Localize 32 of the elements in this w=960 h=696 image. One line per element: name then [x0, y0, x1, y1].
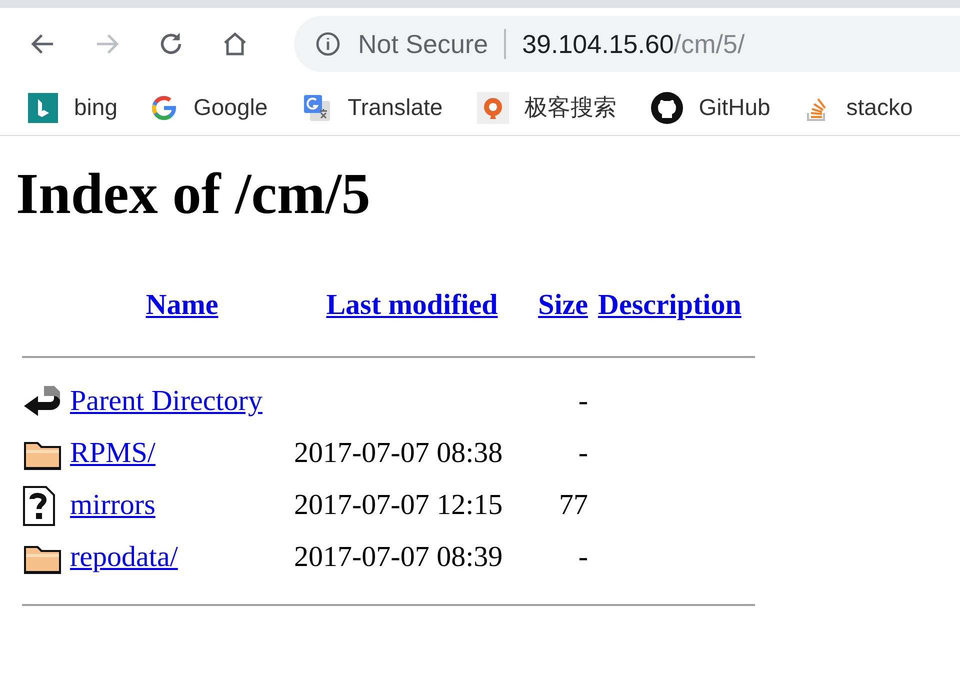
file-size: -	[578, 540, 588, 575]
column-header[interactable]: Size	[538, 284, 588, 328]
file-link[interactable]: RPMS/	[70, 432, 156, 476]
bookmark[interactable]: 极客搜索	[476, 90, 617, 125]
bookmark[interactable]: bing	[28, 90, 118, 125]
file-link[interactable]: Parent Directory	[70, 380, 262, 424]
modified-date: 2017-07-07 08:38	[294, 436, 504, 471]
column-header[interactable]: Last modified	[326, 284, 498, 328]
search-engine-icon	[476, 92, 509, 124]
modified-date: 2017-07-07 12:15	[294, 488, 504, 523]
address-bar[interactable]: Not Secure 39.104.15.60/cm/5/	[294, 16, 960, 72]
github-icon	[650, 92, 683, 124]
file-size: -	[578, 384, 588, 419]
file-size: 77	[559, 488, 588, 523]
info-icon	[314, 30, 342, 58]
column-header[interactable]: Name	[146, 284, 218, 328]
unknown-file-icon	[22, 484, 56, 526]
file-link[interactable]: repodata/	[70, 536, 178, 580]
google-icon	[151, 94, 178, 120]
url-text: 39.104.15.60/cm/5/	[522, 28, 745, 60]
file-link[interactable]: mirrors	[70, 484, 156, 528]
security-label: Not Secure	[358, 28, 488, 60]
page-heading: Index of /cm/5	[16, 160, 370, 228]
bookmark[interactable]: Google	[151, 90, 268, 125]
bookmark[interactable]: GitHub	[650, 90, 770, 125]
modified-date: 2017-07-07 08:39	[294, 540, 504, 575]
bookmark[interactable]: stacko	[804, 90, 913, 125]
file-size: -	[578, 436, 588, 471]
column-header[interactable]: Description	[598, 284, 742, 328]
bookmark[interactable]: Translate	[302, 90, 443, 125]
translate-icon	[302, 92, 332, 122]
bing-icon	[28, 92, 58, 122]
